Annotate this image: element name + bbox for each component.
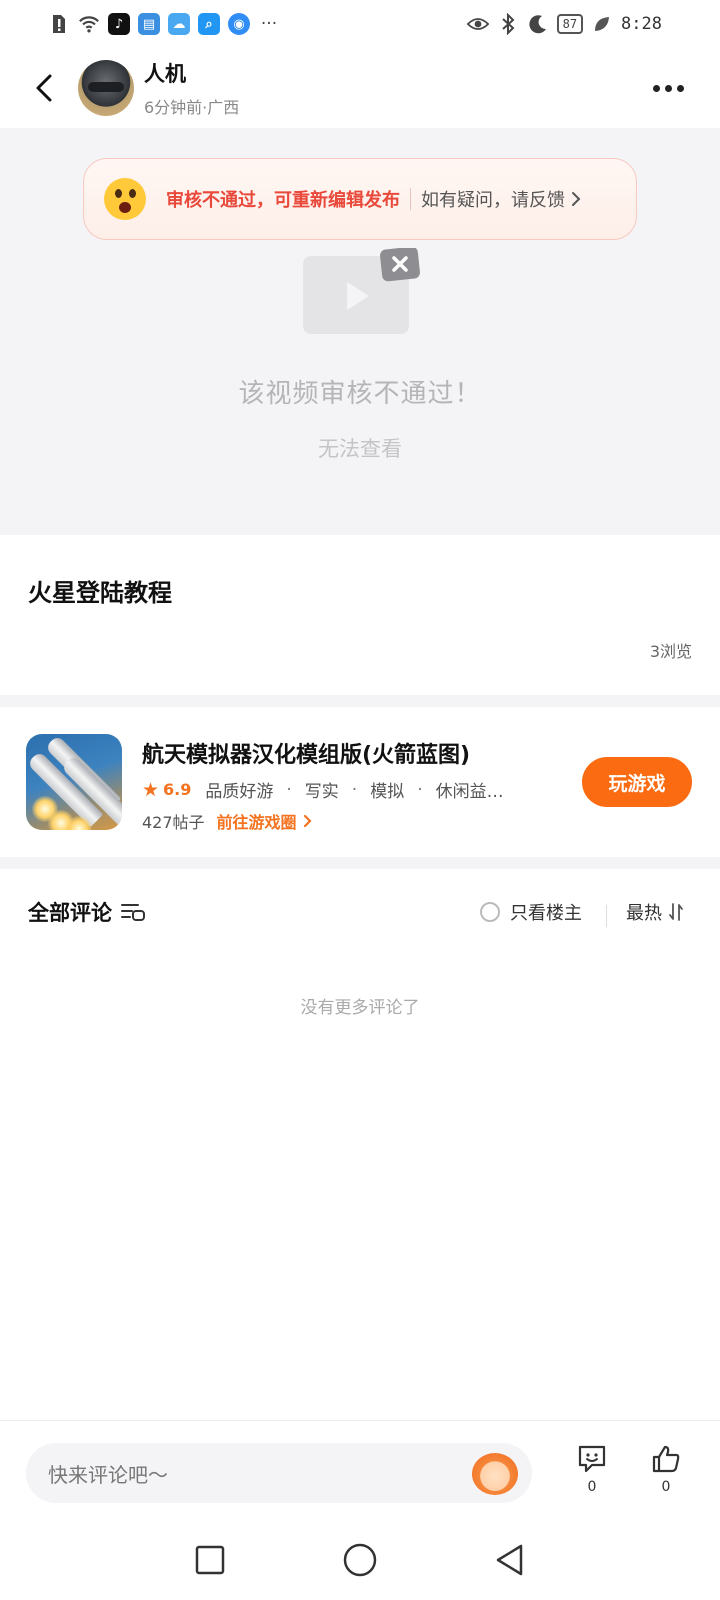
comment-input-placeholder: 快来评论吧～ <box>48 1462 168 1487</box>
post-header: 人机 6分钟前·广西 <box>0 48 720 128</box>
sort-arrows-icon <box>669 903 683 921</box>
more-dot-icon <box>664 84 672 92</box>
video-placeholder: 审核不通过，可重新编辑发布 如有疑问，请反馈 该视频审核不通过！ 无法查看 <box>0 128 720 535</box>
sort-divider <box>606 905 607 927</box>
comment-count: 0 <box>587 1479 597 1495</box>
status-right: 87 8:28 <box>466 13 662 35</box>
sim-alert-icon <box>48 13 70 35</box>
circle-icon <box>343 1543 377 1577</box>
eye-icon <box>466 13 489 35</box>
owner-only-toggle[interactable]: 只看楼主 <box>480 899 582 925</box>
reader-app-icon: ▤ <box>138 13 160 35</box>
status-left: ♪ ▤ ☁ ⌕ ◉ ··· <box>48 13 280 35</box>
search-app-icon: ⌕ <box>198 13 220 35</box>
square-icon <box>195 1545 225 1575</box>
game-name[interactable]: 航天模拟器汉化模组版(火箭蓝图) <box>142 737 470 769</box>
triangle-back-icon <box>496 1544 523 1576</box>
goto-game-circle-label: 前往游戏圈 <box>216 813 297 832</box>
comments-header: 全部评论 <box>28 897 146 927</box>
chevron-left-icon <box>36 74 52 102</box>
more-notifications-icon: ··· <box>260 14 278 34</box>
recent-apps-button[interactable] <box>190 1540 230 1580</box>
post-section: 火星登陆教程 3浏览 <box>0 535 720 695</box>
play-game-button[interactable]: 玩游戏 <box>582 757 692 807</box>
home-button[interactable] <box>340 1540 380 1580</box>
back-button[interactable] <box>24 68 64 108</box>
view-count: 3浏览 <box>649 642 692 661</box>
mascot-emoji-icon[interactable] <box>472 1453 518 1495</box>
post-title: 火星登陆教程 <box>28 579 172 607</box>
shocked-emoji-icon <box>104 178 146 220</box>
battery-indicator: 87 <box>556 14 584 34</box>
game-tag: 品质好游 <box>205 782 274 802</box>
comment-bubble-icon <box>578 1445 606 1473</box>
chevron-right-icon <box>303 814 312 828</box>
bluetooth-icon <box>497 13 519 35</box>
sort-hot-label: 最热 <box>626 903 662 924</box>
more-dot-icon <box>652 84 660 92</box>
system-back-button[interactable] <box>490 1540 530 1580</box>
review-rejected-banner[interactable]: 审核不通过，可重新编辑发布 如有疑问，请反馈 <box>83 158 637 240</box>
system-nav-bar <box>0 1520 720 1600</box>
like-count: 0 <box>661 1479 671 1495</box>
wifi-icon <box>78 13 100 35</box>
tiktok-app-icon: ♪ <box>108 13 130 35</box>
more-options-button[interactable] <box>646 68 690 108</box>
feedback-link[interactable]: 如有疑问，请反馈 <box>421 186 581 212</box>
blocked-video-subtitle: 无法查看 <box>318 437 402 461</box>
no-more-comments: 没有更多评论了 <box>300 998 420 1018</box>
comments-title: 全部评论 <box>28 901 112 925</box>
blocked-video-title: 该视频审核不通过！ <box>238 379 482 409</box>
comment-count-button[interactable]: 0 <box>572 1443 612 1495</box>
game-icon[interactable] <box>26 734 122 830</box>
status-bar: ♪ ▤ ☁ ⌕ ◉ ··· 87 8:28 <box>0 0 720 48</box>
post-time-location: 6分钟前·广西 <box>144 98 240 117</box>
section-divider <box>0 857 720 869</box>
more-dot-icon <box>676 84 684 92</box>
radio-circle-icon <box>480 902 500 922</box>
star-icon: ★ <box>142 778 160 801</box>
game-meta: ★ 6.9 品质好游 · 写实 · 模拟 · 休闲益… <box>142 777 504 803</box>
goto-game-circle-link[interactable]: 前往游戏圈 <box>217 809 312 833</box>
thumbs-up-icon <box>652 1445 680 1473</box>
owner-only-label: 只看楼主 <box>510 903 582 924</box>
cloud-app-icon: ☁ <box>168 13 190 35</box>
feedback-label: 如有疑问，请反馈 <box>421 190 565 211</box>
moon-icon <box>527 13 549 35</box>
comment-input[interactable]: 快来评论吧～ <box>26 1443 532 1503</box>
review-status-text[interactable]: 审核不通过，可重新编辑发布 <box>166 186 400 212</box>
tag-separator: · <box>351 779 358 800</box>
comment-filter-icon[interactable] <box>120 901 146 923</box>
tag-separator: · <box>286 779 292 800</box>
browser-app-icon: ◉ <box>228 13 250 35</box>
game-post-count: 427帖子 <box>142 813 205 832</box>
status-time: 8:28 <box>621 14 662 34</box>
comment-input-bar: 快来评论吧～ 0 0 <box>0 1420 720 1520</box>
user-name[interactable]: 人机 <box>144 58 239 88</box>
like-button[interactable]: 0 <box>646 1443 686 1495</box>
blocked-video-icon <box>303 248 420 334</box>
sort-hot-button[interactable]: 最热 <box>626 899 684 925</box>
game-tag: 模拟 <box>370 782 405 802</box>
game-tag: 休闲益… <box>435 782 504 802</box>
game-card[interactable]: 航天模拟器汉化模组版(火箭蓝图) ★ 6.9 品质好游 · 写实 · 模拟 · … <box>0 707 720 857</box>
user-info: 人机 6分钟前·广西 <box>144 58 239 118</box>
game-rating: 6.9 <box>163 780 192 799</box>
leaf-icon <box>591 13 613 35</box>
chevron-right-icon <box>572 192 581 206</box>
banner-divider <box>410 188 411 210</box>
tag-separator: · <box>417 779 423 800</box>
section-divider <box>0 695 720 707</box>
avatar[interactable] <box>78 60 134 116</box>
comments-section: 全部评论 只看楼主 最热 没有更多评论了 <box>0 869 720 1419</box>
game-tag: 写实 <box>304 782 339 802</box>
game-posts: 427帖子 前往游戏圈 <box>142 809 312 833</box>
